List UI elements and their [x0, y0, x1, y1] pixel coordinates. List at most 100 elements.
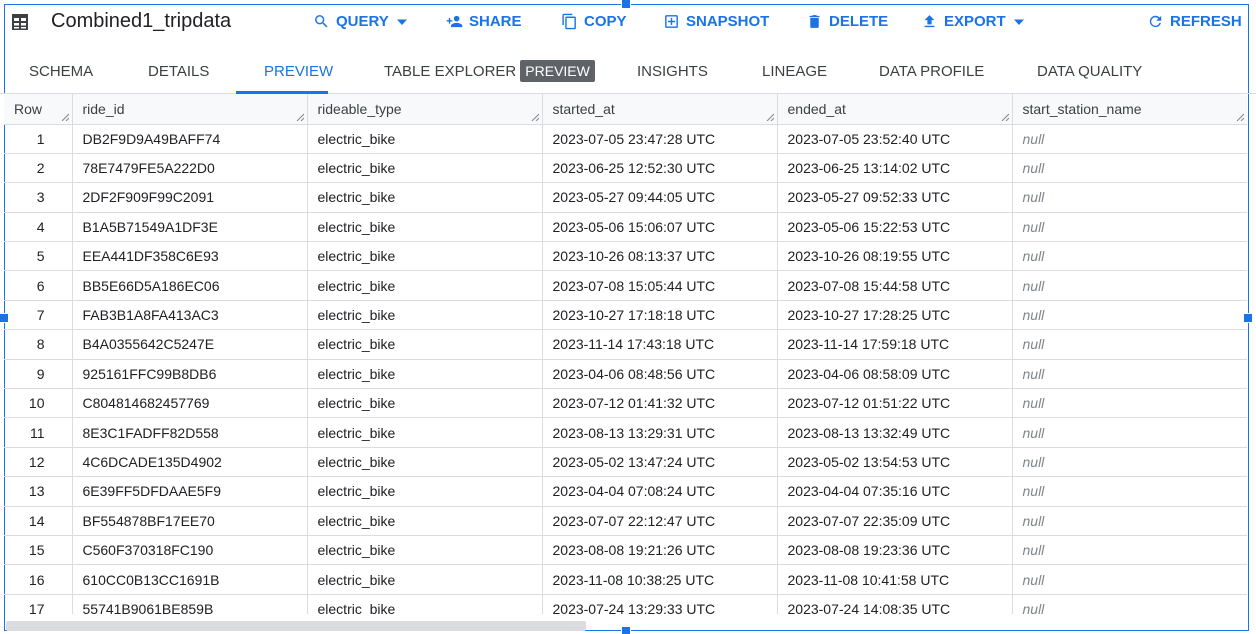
table-cell[interactable]: 610CC0B13CC1691B [72, 564, 308, 595]
table-cell[interactable]: 2023-04-04 07:35:16 UTC [777, 476, 1013, 507]
table-cell[interactable]: B4A0355642C5247E [72, 329, 308, 360]
table-cell[interactable]: electric_bike [307, 153, 543, 184]
table-cell[interactable]: electric_bike [307, 212, 543, 243]
table-cell[interactable]: 2023-05-27 09:44:05 UTC [542, 182, 778, 213]
row-number[interactable]: 5 [4, 241, 73, 272]
table-cell[interactable]: null [1012, 300, 1247, 331]
table-cell[interactable]: null [1012, 447, 1247, 478]
row-number[interactable]: 9 [4, 359, 73, 390]
table-cell[interactable]: DB2F9D9A49BAFF74 [72, 124, 308, 154]
table-cell[interactable]: 2023-04-06 08:58:09 UTC [777, 359, 1013, 390]
column-header-start-station-name[interactable]: start_station_name [1012, 94, 1247, 125]
table-cell[interactable]: 2023-07-07 22:35:09 UTC [777, 506, 1013, 536]
row-number[interactable]: 15 [4, 535, 73, 566]
table-cell[interactable]: 2023-10-26 08:19:55 UTC [777, 241, 1013, 272]
table-cell[interactable]: electric_bike [307, 594, 543, 614]
table-cell[interactable]: null [1012, 476, 1247, 507]
table-cell[interactable]: electric_bike [307, 124, 543, 154]
table-cell[interactable]: 2023-07-12 01:51:22 UTC [777, 388, 1013, 419]
column-header-ended-at[interactable]: ended_at [777, 94, 1013, 125]
table-cell[interactable]: null [1012, 564, 1247, 595]
table-cell[interactable]: 2023-11-14 17:59:18 UTC [777, 329, 1013, 360]
table-cell[interactable]: BB5E66D5A186EC06 [72, 270, 308, 301]
table-cell[interactable]: 2023-08-13 13:29:31 UTC [542, 417, 778, 448]
tab-data-quality[interactable]: DATA QUALITY [1037, 52, 1142, 94]
table-cell[interactable]: null [1012, 270, 1247, 301]
tab-data-profile[interactable]: DATA PROFILE [879, 52, 984, 94]
table-cell[interactable]: electric_bike [307, 388, 543, 419]
row-number[interactable]: 10 [4, 388, 73, 419]
row-number[interactable]: 1 [4, 124, 73, 154]
table-cell[interactable]: null [1012, 182, 1247, 213]
table-cell[interactable]: 2023-08-08 19:21:26 UTC [542, 535, 778, 566]
table-cell[interactable]: C560F370318FC190 [72, 535, 308, 566]
table-cell[interactable]: 78E7479FE5A222D0 [72, 153, 308, 184]
table-cell[interactable]: 2023-05-06 15:06:07 UTC [542, 212, 778, 243]
row-number[interactable]: 7 [4, 300, 73, 331]
column-resize-icon[interactable] [766, 113, 774, 121]
table-cell[interactable]: 8E3C1FADFF82D558 [72, 417, 308, 448]
table-cell[interactable]: null [1012, 153, 1247, 184]
export-button[interactable]: EXPORT [921, 13, 1024, 30]
table-row[interactable]: 8 B4A0355642C5247E electric_bike 2023-11-14… [4, 329, 1247, 360]
table-row[interactable]: 2 78E7479FE5A222D0 electric_bike 2023-06-25… [4, 153, 1247, 184]
tab-table-explorer[interactable]: TABLE EXPLORER PREVIEW [384, 52, 595, 94]
table-cell[interactable]: null [1012, 212, 1247, 243]
table-cell[interactable]: 2023-05-06 15:22:53 UTC [777, 212, 1013, 243]
tab-schema[interactable]: SCHEMA [29, 52, 93, 94]
table-cell[interactable]: 2023-10-27 17:18:18 UTC [542, 300, 778, 331]
table-cell[interactable]: 2023-07-05 23:47:28 UTC [542, 124, 778, 154]
table-cell[interactable]: 2023-07-07 22:12:47 UTC [542, 506, 778, 536]
table-row[interactable]: 17 55741B9061BE859B electric_bike 2023-07-2… [4, 594, 1247, 614]
table-row[interactable]: 1 DB2F9D9A49BAFF74 electric_bike 2023-07-05… [4, 124, 1247, 154]
row-number[interactable]: 14 [4, 506, 73, 536]
table-cell[interactable]: 2DF2F909F99C2091 [72, 182, 308, 213]
table-cell[interactable]: null [1012, 329, 1247, 360]
table-cell[interactable]: 2023-10-27 17:28:25 UTC [777, 300, 1013, 331]
refresh-button[interactable]: REFRESH [1147, 13, 1242, 30]
table-cell[interactable]: 2023-08-08 19:23:36 UTC [777, 535, 1013, 566]
table-row[interactable]: 3 2DF2F909F99C2091 electric_bike 2023-05-27… [4, 182, 1247, 213]
table-cell[interactable]: electric_bike [307, 329, 543, 360]
column-header-started-at[interactable]: started_at [542, 94, 778, 125]
table-cell[interactable]: 2023-04-06 08:48:56 UTC [542, 359, 778, 390]
tab-preview[interactable]: PREVIEW [236, 52, 333, 94]
column-resize-icon[interactable] [61, 113, 69, 121]
table-cell[interactable]: 55741B9061BE859B [72, 594, 308, 614]
table-cell[interactable]: 2023-07-12 01:41:32 UTC [542, 388, 778, 419]
row-number[interactable]: 6 [4, 270, 73, 301]
table-cell[interactable]: null [1012, 506, 1247, 536]
row-number[interactable]: 13 [4, 476, 73, 507]
table-cell[interactable]: EEA441DF358C6E93 [72, 241, 308, 272]
table-cell[interactable]: null [1012, 388, 1247, 419]
table-cell[interactable]: electric_bike [307, 476, 543, 507]
table-row[interactable]: 9 925161FFC99B8DB6 electric_bike 2023-04-06… [4, 359, 1247, 390]
table-cell[interactable]: electric_bike [307, 535, 543, 566]
table-row[interactable]: 12 4C6DCADE135D4902 electric_bike 2023-05-0… [4, 447, 1247, 478]
table-cell[interactable]: electric_bike [307, 447, 543, 478]
table-row[interactable]: 10 C804814682457769 electric_bike 2023-07-1… [4, 388, 1247, 419]
copy-button[interactable]: COPY [561, 13, 627, 30]
table-cell[interactable]: null [1012, 535, 1247, 566]
table-cell[interactable]: electric_bike [307, 564, 543, 595]
table-cell[interactable]: 2023-04-04 07:08:24 UTC [542, 476, 778, 507]
horizontal-scrollbar-thumb[interactable] [6, 621, 586, 631]
table-cell[interactable]: 2023-05-02 13:54:53 UTC [777, 447, 1013, 478]
table-cell[interactable]: 2023-05-02 13:47:24 UTC [542, 447, 778, 478]
table-cell[interactable]: 2023-06-25 12:52:30 UTC [542, 153, 778, 184]
column-resize-icon[interactable] [1236, 113, 1244, 121]
table-cell[interactable]: 2023-07-08 15:05:44 UTC [542, 270, 778, 301]
column-header-rideable-type[interactable]: rideable_type [307, 94, 543, 125]
column-header-row[interactable]: Row [4, 94, 73, 125]
table-cell[interactable]: electric_bike [307, 241, 543, 272]
table-row[interactable]: 5 EEA441DF358C6E93 electric_bike 2023-10-26… [4, 241, 1247, 272]
table-cell[interactable]: 2023-05-27 09:52:33 UTC [777, 182, 1013, 213]
table-cell[interactable]: B1A5B71549A1DF3E [72, 212, 308, 243]
table-cell[interactable]: BF554878BF17EE70 [72, 506, 308, 536]
table-cell[interactable]: 2023-07-08 15:44:58 UTC [777, 270, 1013, 301]
column-resize-icon[interactable] [531, 113, 539, 121]
table-cell[interactable]: 2023-07-05 23:52:40 UTC [777, 124, 1013, 154]
table-row[interactable]: 4 B1A5B71549A1DF3E electric_bike 2023-05-06… [4, 212, 1247, 243]
table-cell[interactable]: electric_bike [307, 417, 543, 448]
row-number[interactable]: 8 [4, 329, 73, 360]
